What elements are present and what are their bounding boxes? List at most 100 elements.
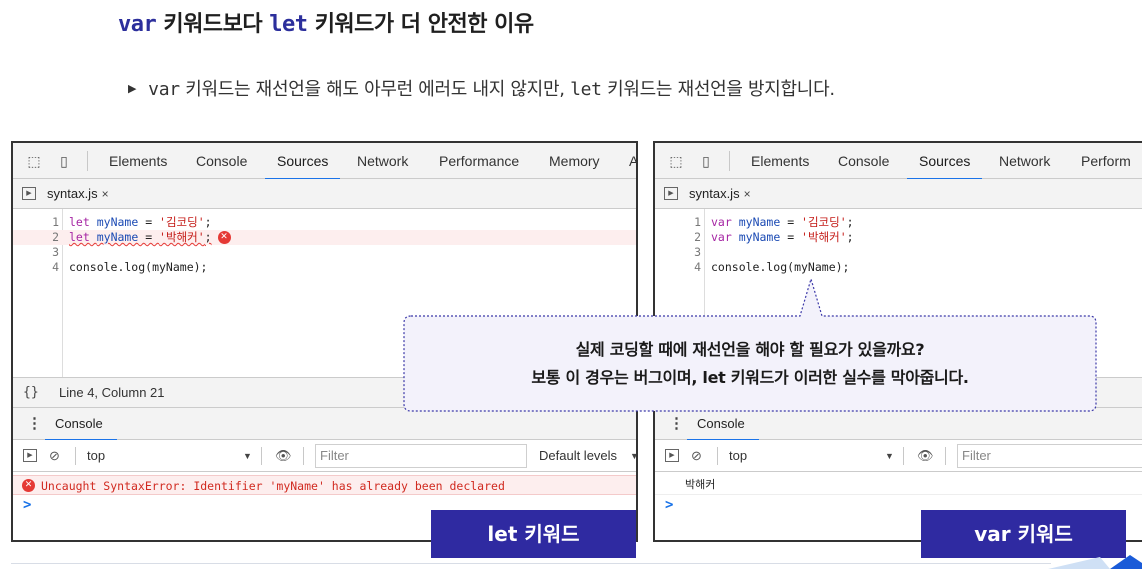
code-line: 4 console.log(myName); xyxy=(655,260,1142,275)
navigator-toggle-icon[interactable]: ▶ xyxy=(22,187,36,200)
code-semicolon: ; xyxy=(204,230,212,244)
code-string: '김코딩' xyxy=(159,215,205,229)
console-error-message: ✕ Uncaught SyntaxError: Identifier 'myNam… xyxy=(13,475,636,495)
tab-performance[interactable]: Perform xyxy=(1081,143,1131,179)
title-keyword-var: var xyxy=(118,12,157,37)
filter-input[interactable]: Filter xyxy=(957,444,1142,468)
code-statement: console.log(myName); xyxy=(711,260,850,274)
file-tab-label: syntax.js xyxy=(689,186,740,201)
bullet-point: ▶ var 키워드는 재선언을 해도 아무런 에러도 내지 않지만, let 키워… xyxy=(128,75,835,101)
tab-elements[interactable]: Elements xyxy=(751,143,809,179)
code-keyword: let xyxy=(69,230,90,244)
tab-elements[interactable]: Elements xyxy=(109,143,167,179)
line-number: 2 xyxy=(694,230,701,244)
code-line-error: 2 let myName = '박해커'; ✕ xyxy=(13,230,636,245)
eye-icon[interactable]: 👁 xyxy=(275,447,292,465)
line-number: 2 xyxy=(52,230,59,244)
bullet-keyword-var: var xyxy=(148,79,180,100)
cursor-position: Line 4, Column 21 xyxy=(59,385,165,400)
code-keyword: var xyxy=(711,215,732,229)
line-number: 1 xyxy=(52,215,59,229)
file-tab-syntax[interactable]: syntax.js × xyxy=(47,179,109,209)
console-prompt[interactable]: > xyxy=(665,497,673,513)
clear-console-icon[interactable]: ⊘ xyxy=(49,447,60,465)
tab-sources[interactable]: Sources xyxy=(264,143,341,180)
editor-filebar: ▶ syntax.js × xyxy=(655,179,1142,209)
pretty-print-icon[interactable]: {} xyxy=(23,378,39,408)
device-toolbar-icon[interactable]: ▯ xyxy=(55,152,73,170)
drawer-tab-console[interactable]: Console xyxy=(687,408,759,441)
slide-divider xyxy=(11,563,1051,564)
code-semicolon: ; xyxy=(204,215,212,229)
var-keyword-label: var 키워드 xyxy=(921,510,1126,558)
line-number: 1 xyxy=(694,215,701,229)
code-line: 3 xyxy=(655,245,1142,260)
eye-icon[interactable]: 👁 xyxy=(917,447,934,465)
code-identifier: myName xyxy=(738,215,781,229)
drawer-menu-icon[interactable]: ⋮ xyxy=(27,408,42,440)
chevron-down-icon[interactable]: ▼ xyxy=(630,440,636,472)
drawer-menu-icon[interactable]: ⋮ xyxy=(669,408,684,440)
console-drawer-header: ⋮ Console xyxy=(13,408,636,441)
let-keyword-label: let 키워드 xyxy=(431,510,636,558)
tab-network[interactable]: Network xyxy=(999,143,1050,179)
error-icon: ✕ xyxy=(22,479,35,492)
error-text: Uncaught SyntaxError: Identifier 'myName… xyxy=(41,479,505,493)
tab-console[interactable]: Console xyxy=(838,143,889,179)
toolbar-divider xyxy=(261,447,262,465)
filter-input[interactable]: Filter xyxy=(315,444,527,468)
console-sidebar-icon[interactable]: ▶ xyxy=(23,449,37,462)
corner-decoration-icon xyxy=(1048,555,1142,569)
code-keyword: let xyxy=(69,215,90,229)
toolbar-divider xyxy=(75,447,76,465)
toolbar-divider xyxy=(303,447,304,465)
chevron-down-icon[interactable]: ▼ xyxy=(243,440,252,472)
inspect-element-icon[interactable]: ⬚ xyxy=(667,152,685,170)
drawer-tab-console[interactable]: Console xyxy=(45,408,117,441)
toolbar-divider xyxy=(945,447,946,465)
context-selector[interactable]: top xyxy=(87,440,105,472)
toolbar-divider xyxy=(87,151,88,171)
log-levels-dropdown[interactable]: Default levels xyxy=(539,440,617,472)
devtools-tabbar: ⬚ ▯ Elements Console Sources Network Per… xyxy=(655,143,1142,180)
line-number: 3 xyxy=(52,245,59,259)
tab-network[interactable]: Network xyxy=(357,143,408,179)
slide-title: var 키워드보다 let 키워드가 더 안전한 이유 xyxy=(118,6,534,38)
tab-console[interactable]: Console xyxy=(196,143,247,179)
close-tab-icon[interactable]: × xyxy=(744,187,751,201)
tab-overflow[interactable]: A xyxy=(629,143,636,179)
close-tab-icon[interactable]: × xyxy=(102,187,109,201)
inspect-element-icon[interactable]: ⬚ xyxy=(25,152,43,170)
console-sidebar-icon[interactable]: ▶ xyxy=(665,449,679,462)
tab-memory[interactable]: Memory xyxy=(549,143,600,179)
console-prompt[interactable]: > xyxy=(23,497,31,513)
console-log-output: 박해커 xyxy=(655,475,1142,495)
context-selector[interactable]: top xyxy=(729,440,747,472)
callout-line-1: 실제 코딩할 때에 재선언을 해야 할 필요가 있을까요? xyxy=(575,339,925,359)
file-tab-syntax[interactable]: syntax.js × xyxy=(689,179,751,209)
code-line: 3 xyxy=(13,245,636,260)
bullet-triangle-icon: ▶ xyxy=(128,82,137,95)
console-drawer-header: ⋮ Console xyxy=(655,408,1142,441)
devtools-tabbar: ⬚ ▯ Elements Console Sources Network Per… xyxy=(13,143,636,180)
code-line: 1 let myName = '김코딩'; xyxy=(13,215,636,230)
chevron-down-icon[interactable]: ▼ xyxy=(885,440,894,472)
code-operator: = xyxy=(138,230,160,244)
clear-console-icon[interactable]: ⊘ xyxy=(691,447,702,465)
code-string: '박해커' xyxy=(801,230,847,244)
bullet-keyword-let: let xyxy=(570,79,602,100)
code-line: 1 var myName = '김코딩'; xyxy=(655,215,1142,230)
code-line: 4 console.log(myName); xyxy=(13,260,636,275)
tab-sources[interactable]: Sources xyxy=(906,143,983,180)
device-toolbar-icon[interactable]: ▯ xyxy=(697,152,715,170)
line-number: 4 xyxy=(694,260,701,274)
tab-performance[interactable]: Performance xyxy=(439,143,519,179)
code-identifier: myName xyxy=(96,230,139,244)
callout-line-2: 보통 이 경우는 버그이며, let 키워드가 이러한 실수를 막아줍니다. xyxy=(531,367,969,387)
toolbar-divider xyxy=(729,151,730,171)
error-icon[interactable]: ✕ xyxy=(217,231,231,244)
navigator-toggle-icon[interactable]: ▶ xyxy=(664,187,678,200)
editor-filebar: ▶ syntax.js × xyxy=(13,179,636,209)
title-text-2: 키워드가 더 안전한 이유 xyxy=(307,12,534,37)
code-keyword: var xyxy=(711,230,732,244)
